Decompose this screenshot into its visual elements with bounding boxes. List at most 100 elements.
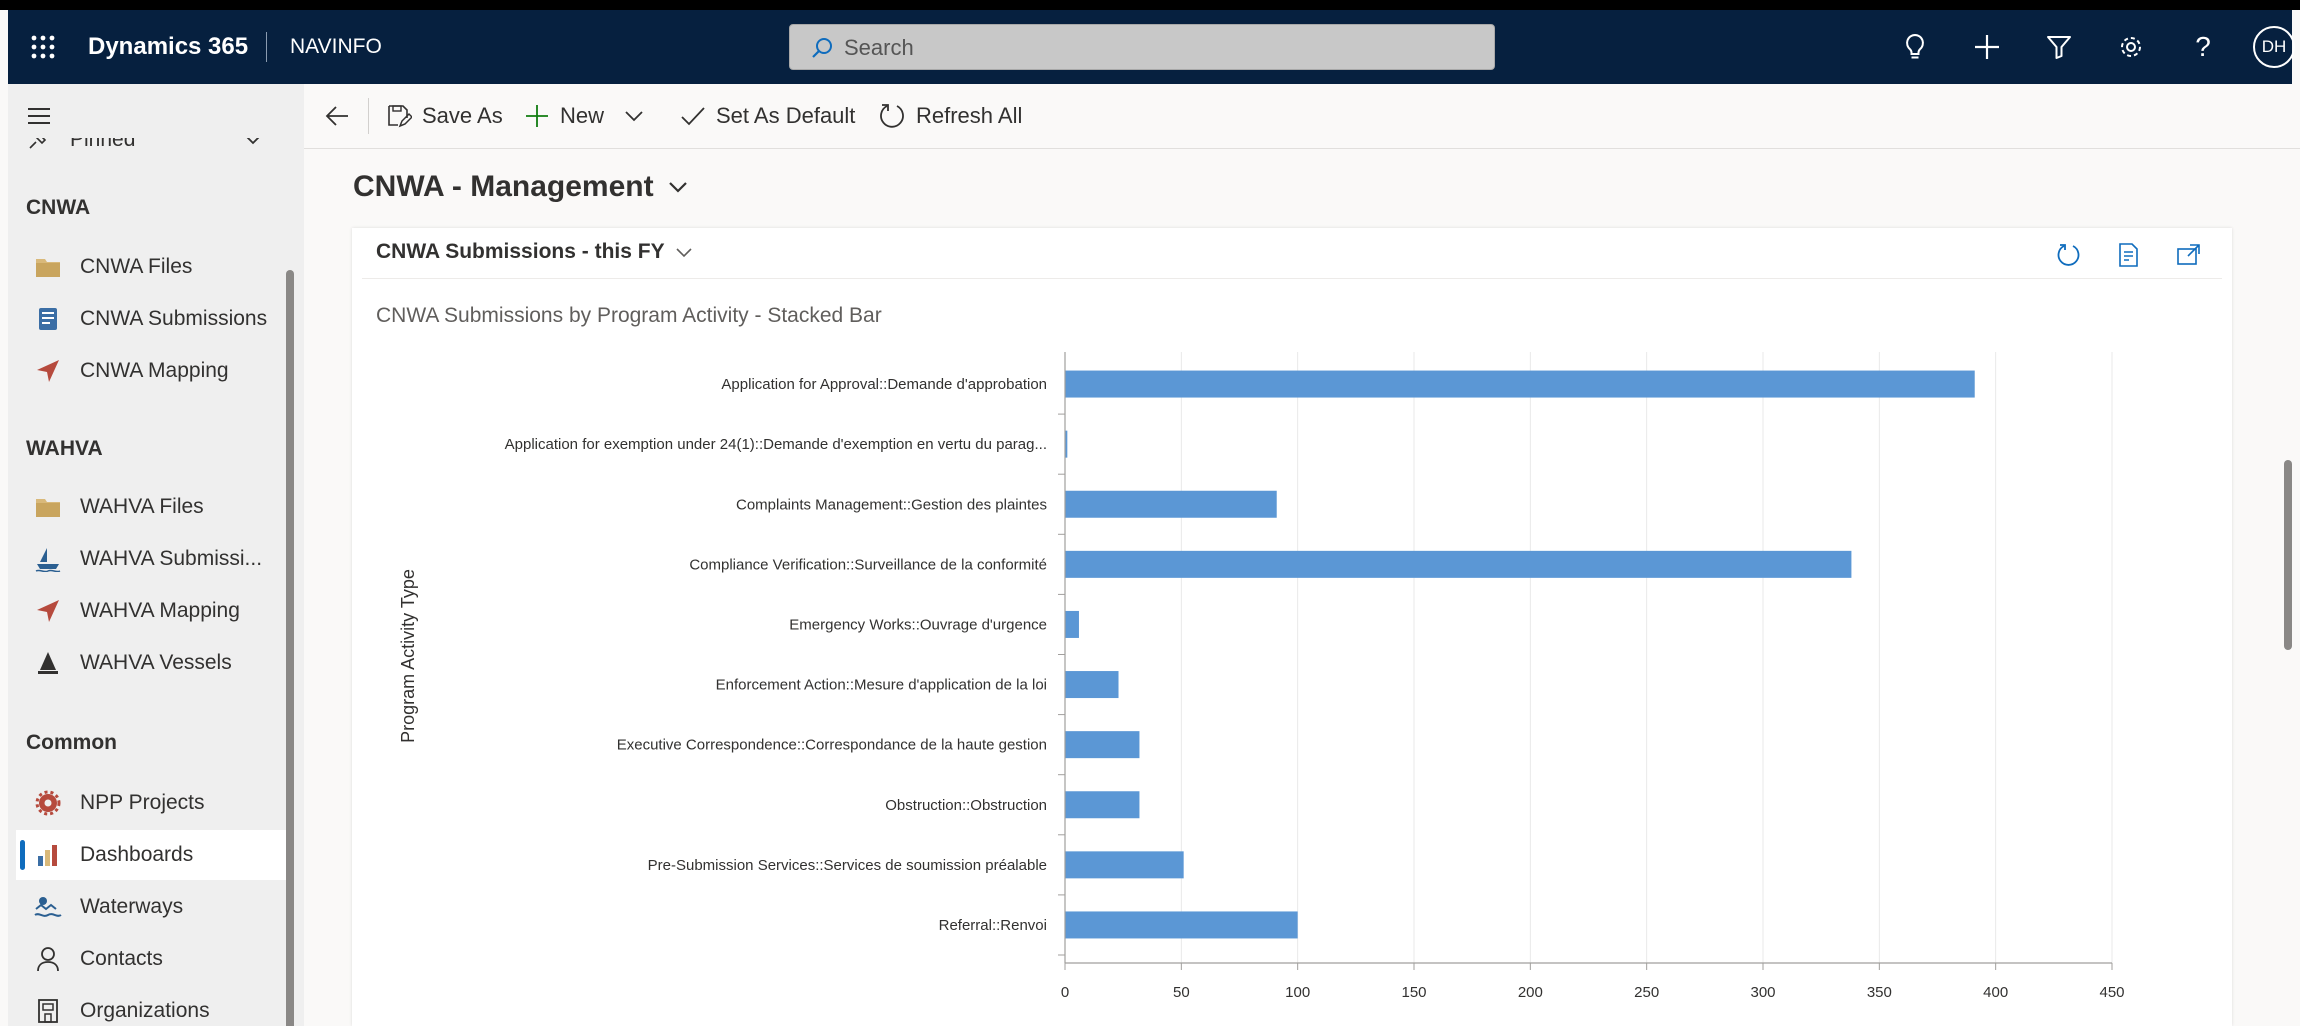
- chevron-down-icon: [246, 138, 260, 145]
- group-title-common: Common: [26, 731, 117, 754]
- hamburger-icon[interactable]: [26, 106, 52, 131]
- pinned-section[interactable]: Pinned: [26, 138, 266, 170]
- chevron-down-icon[interactable]: [624, 110, 644, 122]
- sidebar-item-npp-projects[interactable]: NPP Projects: [16, 778, 286, 828]
- x-tick-label: 0: [1061, 984, 1069, 1001]
- category-label: Referral::Renvoi: [939, 917, 1047, 934]
- bar[interactable]: [1065, 671, 1119, 699]
- x-tick-label: 300: [1750, 984, 1775, 1001]
- x-tick-label: 100: [1285, 984, 1310, 1001]
- person-icon: [34, 945, 62, 973]
- pin-icon: [29, 138, 47, 149]
- sidebar-item-label: CNWA Submissions: [80, 307, 268, 330]
- bar-chart: Application for Approval::Demande d'appr…: [398, 352, 2125, 1001]
- sailboat-icon: [34, 649, 62, 677]
- dashboard-selector[interactable]: CNWA - Management: [353, 170, 688, 204]
- sidebar-item-wahva-files[interactable]: WAHVA Files: [16, 482, 286, 532]
- sidebar-item-wahva-mapping[interactable]: WAHVA Mapping: [16, 586, 286, 636]
- set-as-default-label: Set As Default: [716, 103, 856, 128]
- bar[interactable]: [1065, 370, 1975, 398]
- sidebar-item-label: Waterways: [80, 895, 184, 918]
- lightbulb-icon[interactable]: [1898, 30, 1932, 64]
- save-as-icon: [388, 105, 412, 128]
- x-tick-label: 150: [1401, 984, 1426, 1001]
- y-axis-label: Program Activity Type: [398, 569, 418, 743]
- bar[interactable]: [1065, 731, 1140, 759]
- sidebar-item-label: Organizations: [80, 999, 210, 1022]
- app-name[interactable]: Dynamics 365: [88, 32, 248, 62]
- page-scrollbar[interactable]: [2284, 460, 2292, 650]
- category-label: Compliance Verification::Surveillance de…: [689, 556, 1047, 573]
- bar-chart-icon: [34, 841, 62, 869]
- group-title-wahva: WAHVA: [26, 437, 103, 460]
- back-button[interactable]: [324, 100, 360, 132]
- sidebar: Pinned CNWA CNWA Files CNWA Submissions …: [8, 84, 304, 1026]
- sidebar-item-label: WAHVA Mapping: [80, 599, 240, 622]
- category-label: Pre-Submission Services::Services de sou…: [648, 857, 1047, 874]
- save-as-label: Save As: [422, 103, 503, 128]
- refresh-icon: [880, 104, 904, 128]
- folder-icon: [34, 253, 62, 281]
- filter-icon[interactable]: [2042, 30, 2076, 64]
- x-tick-label: 50: [1173, 984, 1190, 1001]
- avatar[interactable]: DH: [2253, 26, 2295, 68]
- sidebar-item-label: NPP Projects: [80, 791, 205, 814]
- sidebar-item-wahva-submissions[interactable]: WAHVA Submissi...: [16, 534, 286, 584]
- plus-icon: [526, 105, 548, 127]
- pinned-label: Pinned: [70, 138, 136, 151]
- x-tick-label: 250: [1634, 984, 1659, 1001]
- search-input[interactable]: [842, 31, 1466, 65]
- boat-icon: [34, 545, 62, 573]
- bar[interactable]: [1065, 490, 1277, 518]
- sidebar-item-cnwa-files[interactable]: CNWA Files: [16, 242, 286, 292]
- gear-red-icon: [34, 789, 62, 817]
- sidebar-scrollbar[interactable]: [286, 270, 294, 1026]
- sidebar-item-label: WAHVA Files: [80, 495, 204, 518]
- divider: [368, 98, 369, 134]
- navigation-arrow-icon: [34, 357, 62, 385]
- plot-area: [1065, 352, 2112, 963]
- bar[interactable]: [1065, 851, 1184, 879]
- brand-divider: [266, 32, 267, 62]
- new-button[interactable]: New: [524, 100, 644, 132]
- bar[interactable]: [1065, 610, 1079, 638]
- search-icon: [812, 38, 832, 58]
- x-tick-label: 350: [1867, 984, 1892, 1001]
- document-icon: [34, 305, 62, 333]
- refresh-all-label: Refresh All: [916, 103, 1023, 128]
- command-bar: Save As New Set As Default Refresh All: [304, 84, 2300, 149]
- bar[interactable]: [1065, 791, 1140, 819]
- waffle-icon[interactable]: [28, 32, 58, 62]
- top-frame: [0, 0, 2300, 10]
- bar[interactable]: [1065, 911, 1298, 939]
- refresh-all-button[interactable]: Refresh All: [878, 100, 1022, 132]
- sidebar-item-contacts[interactable]: Contacts: [16, 934, 286, 984]
- group-title-cnwa: CNWA: [26, 196, 91, 219]
- x-tick-label: 200: [1518, 984, 1543, 1001]
- set-as-default-button[interactable]: Set As Default: [680, 100, 855, 132]
- plus-icon[interactable]: [1970, 30, 2004, 64]
- bar[interactable]: [1065, 550, 1852, 578]
- sidebar-item-wahva-vessels[interactable]: WAHVA Vessels: [16, 638, 286, 688]
- help-icon[interactable]: ?: [2186, 30, 2220, 64]
- sidebar-item-cnwa-submissions[interactable]: CNWA Submissions: [16, 294, 286, 344]
- org-name: NAVINFO: [290, 35, 382, 58]
- category-label: Executive Correspondence::Correspondance…: [617, 737, 1047, 754]
- sidebar-item-label: WAHVA Vessels: [80, 651, 232, 674]
- sidebar-item-organizations[interactable]: Organizations: [16, 986, 286, 1026]
- page-title: CNWA - Management: [353, 170, 654, 203]
- building-icon: [34, 997, 62, 1025]
- gear-icon[interactable]: [2114, 30, 2148, 64]
- waves-icon: [34, 893, 62, 921]
- new-label: New: [560, 103, 605, 128]
- category-label: Enforcement Action::Mesure d'application…: [716, 677, 1047, 694]
- top-navigation-bar: Dynamics 365 NAVINFO ? DH: [8, 10, 2295, 84]
- search-box[interactable]: [789, 24, 1495, 70]
- save-as-button[interactable]: Save As: [386, 100, 503, 132]
- sidebar-item-cnwa-mapping[interactable]: CNWA Mapping: [16, 346, 286, 396]
- checkmark-icon: [681, 107, 705, 126]
- sidebar-item-label: WAHVA Submissi...: [80, 547, 263, 570]
- sidebar-item-label: Dashboards: [80, 843, 194, 866]
- sidebar-item-waterways[interactable]: Waterways: [16, 882, 286, 932]
- sidebar-item-dashboards[interactable]: Dashboards: [16, 830, 286, 880]
